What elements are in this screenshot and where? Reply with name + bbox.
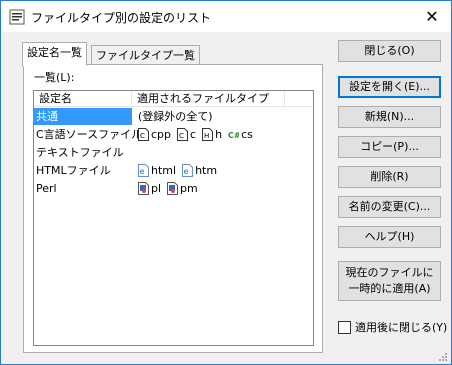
perl-module-icon [167, 182, 179, 195]
cpp-file-icon: C [138, 128, 149, 141]
list-item-types: pl pm [138, 180, 204, 197]
column-header-filler [285, 91, 313, 106]
file-type: H h [202, 126, 222, 143]
window-title: ファイルタイプ別の設定のリスト [31, 11, 212, 25]
svg-text:e: e [140, 167, 145, 176]
column-header-file-types[interactable]: 適用されるファイルタイプ [132, 91, 285, 106]
close-after-apply-checkbox[interactable] [338, 320, 351, 334]
h-file-icon: H [202, 128, 214, 141]
file-type: e html [138, 162, 176, 179]
close-button[interactable]: 閉じる(O) [338, 40, 441, 62]
apply-temporarily-button[interactable]: 現在のファイルに 一時的に適用(A) [338, 261, 441, 301]
csharp-file-icon: C# [228, 131, 239, 140]
column-header-setting-name[interactable]: 設定名 [34, 91, 132, 106]
list-item-name: 共通 [34, 108, 132, 125]
list-item[interactable]: Perl pl pm [34, 180, 313, 197]
dialog-window: ファイルタイプ別の設定のリスト ✕ 設定名一覧 ファイルタイプ一覧 一覧(L):… [0, 0, 452, 365]
html-file-icon: e [138, 164, 149, 177]
htm-file-icon: e [182, 164, 194, 177]
list-item[interactable]: 共通 (登録外の全て) [34, 108, 313, 125]
copy-button[interactable]: コピー(P)... [338, 136, 441, 158]
help-button[interactable]: ヘルプ(H) [338, 226, 441, 248]
list-item[interactable]: テキストファイル [34, 144, 313, 161]
file-type-ext: pl [151, 182, 162, 195]
svg-text:H: H [204, 132, 209, 140]
list-item-types-text: (登録外の全て) [138, 110, 213, 123]
list-item-name: HTMLファイル [36, 164, 111, 177]
file-type-ext: htm [195, 164, 218, 177]
file-type-ext: h [215, 128, 223, 141]
list-item-name: テキストファイル [36, 146, 124, 159]
svg-text:C: C [140, 132, 145, 140]
tab-panel: 一覧(L): 設定名 適用されるファイルタイプ 共通 (登録外の全て) C言語ソ… [23, 64, 323, 353]
app-icon [9, 9, 25, 25]
delete-button[interactable]: 削除(R) [338, 166, 441, 188]
list-label: 一覧(L): [34, 71, 75, 84]
file-type: e htm [182, 162, 217, 179]
new-button[interactable]: 新規(N)... [338, 106, 441, 128]
list-item[interactable]: C言語ソースファイル C cpp C c H h C cs [34, 126, 313, 143]
file-type: pm [167, 180, 198, 197]
list-item-name: C言語ソースファイル [36, 128, 143, 141]
tab-setting-names[interactable]: 設定名一覧 [22, 42, 87, 66]
resize-grip-icon[interactable] [437, 351, 447, 361]
close-window-icon[interactable]: ✕ [413, 1, 451, 32]
perl-file-icon [138, 182, 149, 195]
file-type: pl [138, 180, 161, 197]
file-type-ext: pm [180, 182, 198, 195]
file-type: C# cs [228, 126, 253, 143]
list-item-types: e html e htm [138, 162, 223, 179]
list-header: 設定名 適用されるファイルタイプ [34, 91, 313, 107]
list-item-types: (登録外の全て) [138, 108, 213, 125]
open-settings-button[interactable]: 設定を開く(E)... [338, 76, 441, 98]
svg-text:e: e [184, 167, 189, 176]
file-type: C cpp [138, 126, 171, 143]
list-item-name: Perl [36, 182, 57, 195]
file-type-ext: html [151, 164, 177, 177]
file-type-ext: cpp [151, 128, 172, 141]
file-type-ext: cs [241, 128, 253, 141]
svg-text:C#: C# [228, 131, 239, 140]
file-type: C c [177, 126, 196, 143]
svg-text:C: C [179, 132, 184, 140]
title-bar: ファイルタイプ別の設定のリスト ✕ [1, 1, 451, 32]
apply-button-line2: 一時的に適用(A) [348, 282, 431, 295]
list-item[interactable]: HTMLファイル e html e htm [34, 162, 313, 179]
list-item-types: C cpp C c H h C cs [138, 126, 259, 143]
settings-listview[interactable]: 設定名 適用されるファイルタイプ 共通 (登録外の全て) C言語ソースファイル [33, 90, 314, 346]
rename-button[interactable]: 名前の変更(C)... [338, 196, 441, 218]
apply-button-line1: 現在のファイルに [345, 266, 434, 279]
close-after-apply-label: 適用後に閉じる(Y) [355, 321, 448, 334]
c-file-icon: C [177, 128, 189, 141]
file-type-ext: c [190, 128, 197, 141]
close-after-apply-option[interactable]: 適用後に閉じる(Y) [338, 319, 447, 335]
